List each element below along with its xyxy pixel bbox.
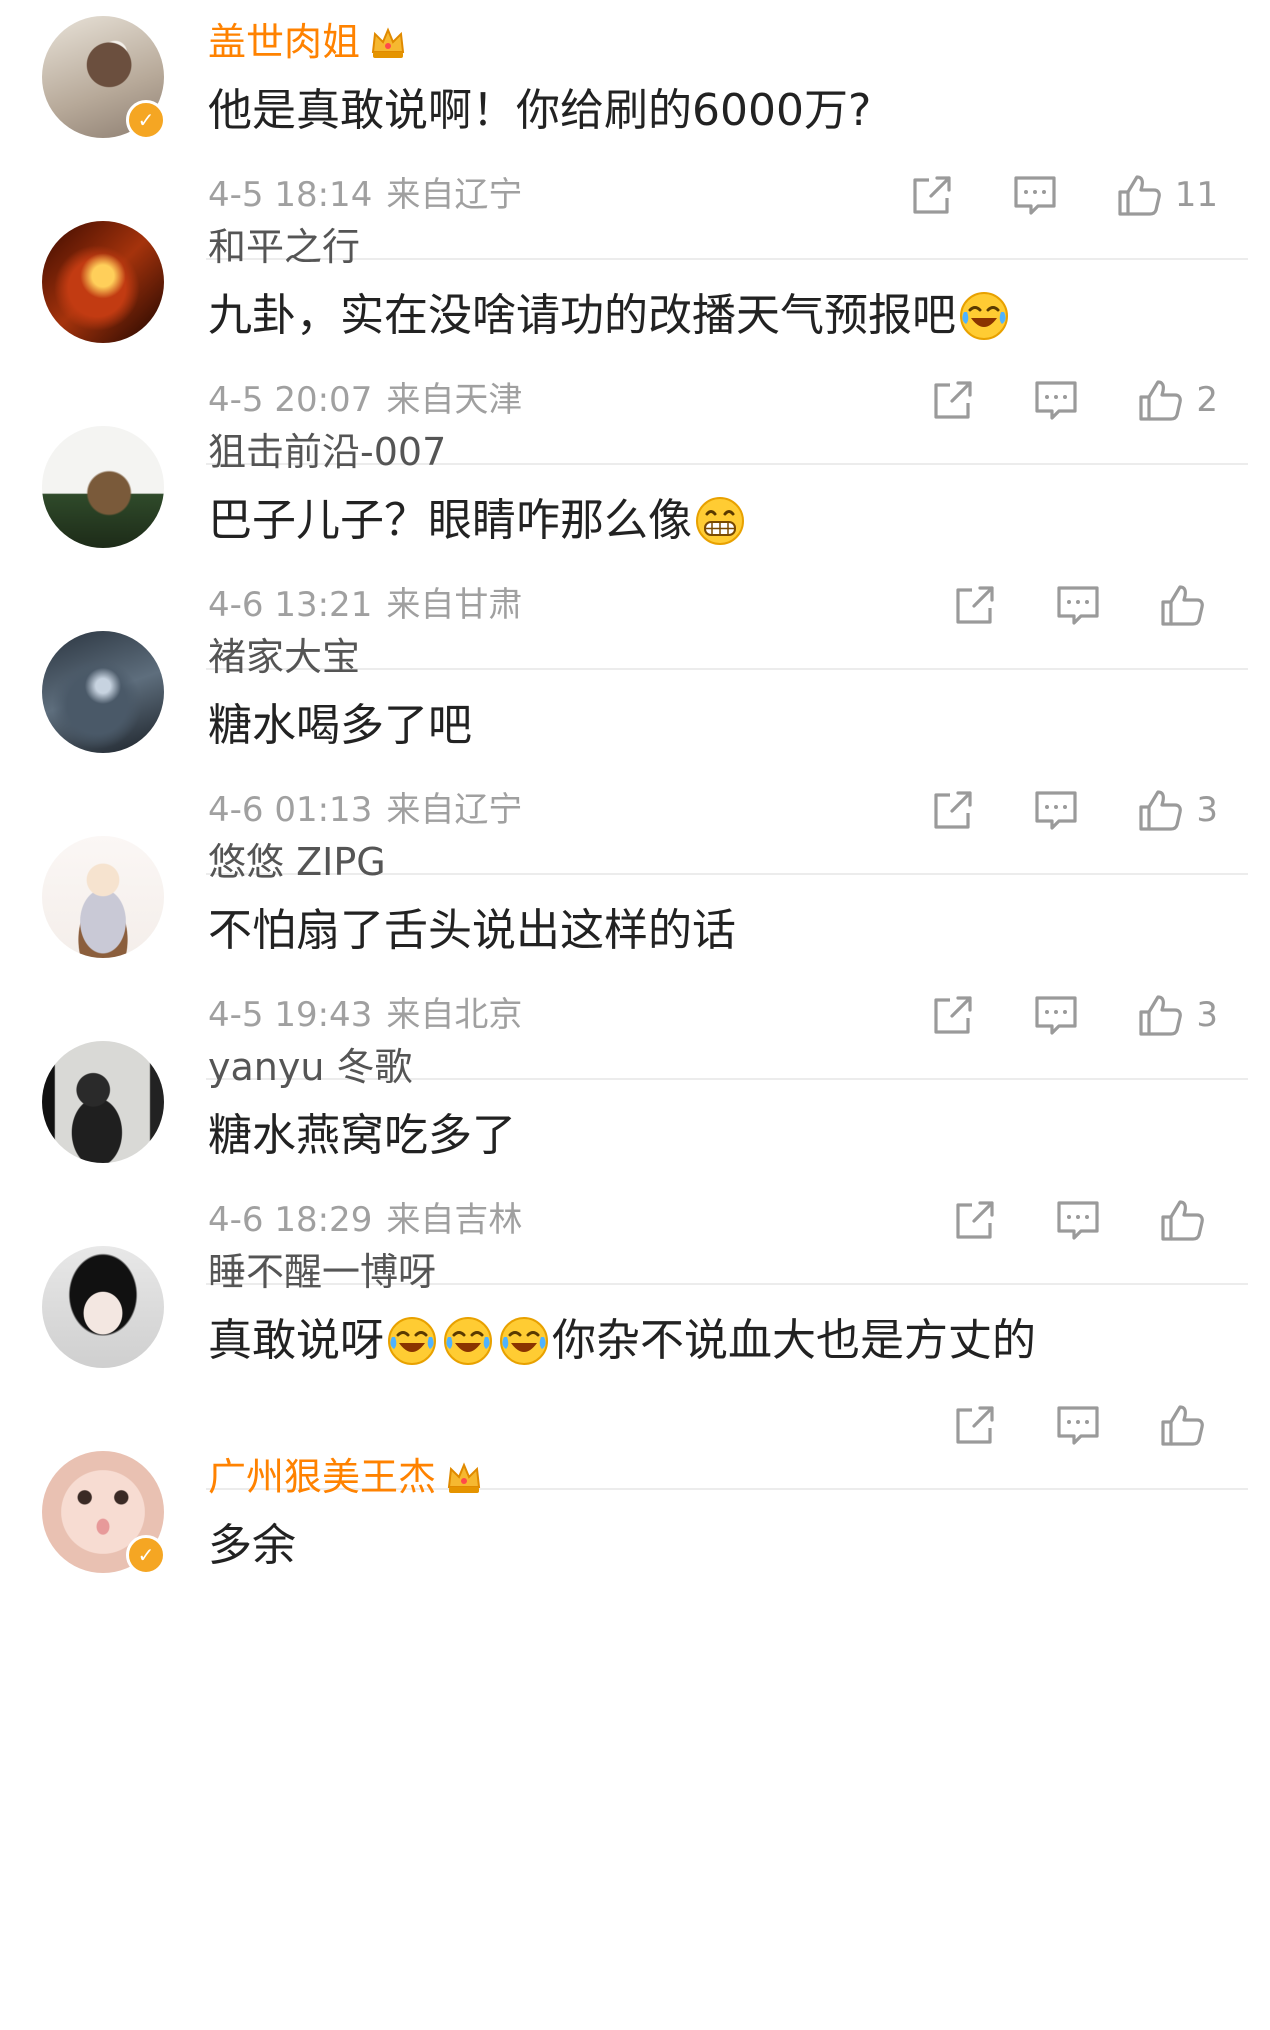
comment-text: 他是真敢说啊！你给刷的6000万? xyxy=(208,78,871,144)
avatar-image xyxy=(42,1041,164,1163)
comment-text: 巴子儿子？眼睛咋那么像 xyxy=(208,488,748,554)
username-text[interactable]: 广州狠美王杰 xyxy=(208,1451,436,1503)
username[interactable]: 悠悠 ZIPG xyxy=(208,836,386,888)
username[interactable]: 盖世肉姐 xyxy=(208,16,408,68)
avatar[interactable]: ✓ xyxy=(42,16,166,140)
avatar[interactable] xyxy=(42,1041,164,1163)
avatar-image xyxy=(42,836,164,958)
username[interactable]: 狙击前沿-007 xyxy=(208,426,446,478)
comment-item: ✓ 广州狠美王杰 多余 xyxy=(0,1435,1270,1635)
username-text[interactable]: 盖世肉姐 xyxy=(208,16,360,68)
comment-text: 糖水喝多了吧 xyxy=(208,693,472,759)
avatar[interactable]: ✓ xyxy=(42,1451,166,1575)
comment-text-segment: 他是真敢说啊！你给刷的6000万? xyxy=(208,85,872,136)
username[interactable]: 褚家大宝 xyxy=(208,631,360,683)
laugh-cry-emoji xyxy=(442,1315,494,1367)
verified-badge-icon: ✓ xyxy=(126,1535,166,1575)
laugh-cry-emoji xyxy=(498,1315,550,1367)
username-text[interactable]: 悠悠 ZIPG xyxy=(208,836,386,888)
username-text[interactable]: 狙击前沿-007 xyxy=(208,426,446,478)
username[interactable]: 和平之行 xyxy=(208,221,360,273)
comment-text-segment: 糖水喝多了吧 xyxy=(208,700,472,751)
comment-text: 九卦，实在没啥请功的改播天气预报吧 xyxy=(208,283,1012,349)
comment-text-segment: 真敢说呀 xyxy=(208,1315,384,1366)
comment-text: 糖水燕窝吃多了 xyxy=(208,1103,516,1169)
comment-text-segment: 九卦，实在没啥请功的改播天气预报吧 xyxy=(208,290,956,341)
comment-text-segment: 糖水燕窝吃多了 xyxy=(208,1110,516,1161)
avatar[interactable] xyxy=(42,1246,164,1368)
username[interactable]: 睡不醒一博呀 xyxy=(208,1246,436,1298)
comment-text-segment: 巴子儿子？眼睛咋那么像 xyxy=(208,495,692,546)
avatar[interactable] xyxy=(42,221,164,343)
comment-text: 不怕扇了舌头说出这样的话 xyxy=(208,898,736,964)
crown-icon xyxy=(444,1457,484,1497)
username-text[interactable]: 和平之行 xyxy=(208,221,360,273)
comment-feed: ✓ 盖世肉姐 他是真敢说啊！你给刷的6000万? 4-5 18:14 来自辽宁 11 和平之… xyxy=(0,0,1270,2030)
laugh-cry-emoji xyxy=(386,1315,438,1367)
username[interactable]: 广州狠美王杰 xyxy=(208,1451,484,1503)
avatar-image xyxy=(42,426,164,548)
comment-text-segment: 你杂不说血大也是方丈的 xyxy=(552,1315,1036,1366)
grin-emoji xyxy=(694,495,746,547)
comment-text-segment: 多余 xyxy=(208,1520,296,1571)
crown-icon xyxy=(368,22,408,62)
laugh-cry-emoji xyxy=(958,290,1010,342)
username[interactable]: yanyu 冬歌 xyxy=(208,1041,413,1093)
comment-text-segment: 不怕扇了舌头说出这样的话 xyxy=(208,905,736,956)
username-text[interactable]: 睡不醒一博呀 xyxy=(208,1246,436,1298)
username-text[interactable]: 褚家大宝 xyxy=(208,631,360,683)
avatar-image xyxy=(42,631,164,753)
avatar-image xyxy=(42,1246,164,1368)
comment-text: 真敢说呀 你杂不说血大也是方丈的 xyxy=(208,1308,1036,1374)
verified-badge-icon: ✓ xyxy=(126,100,166,140)
comment-text: 多余 xyxy=(208,1513,296,1579)
avatar[interactable] xyxy=(42,631,164,753)
username-text[interactable]: yanyu 冬歌 xyxy=(208,1041,413,1093)
avatar[interactable] xyxy=(42,836,164,958)
avatar[interactable] xyxy=(42,426,164,548)
avatar-image xyxy=(42,221,164,343)
